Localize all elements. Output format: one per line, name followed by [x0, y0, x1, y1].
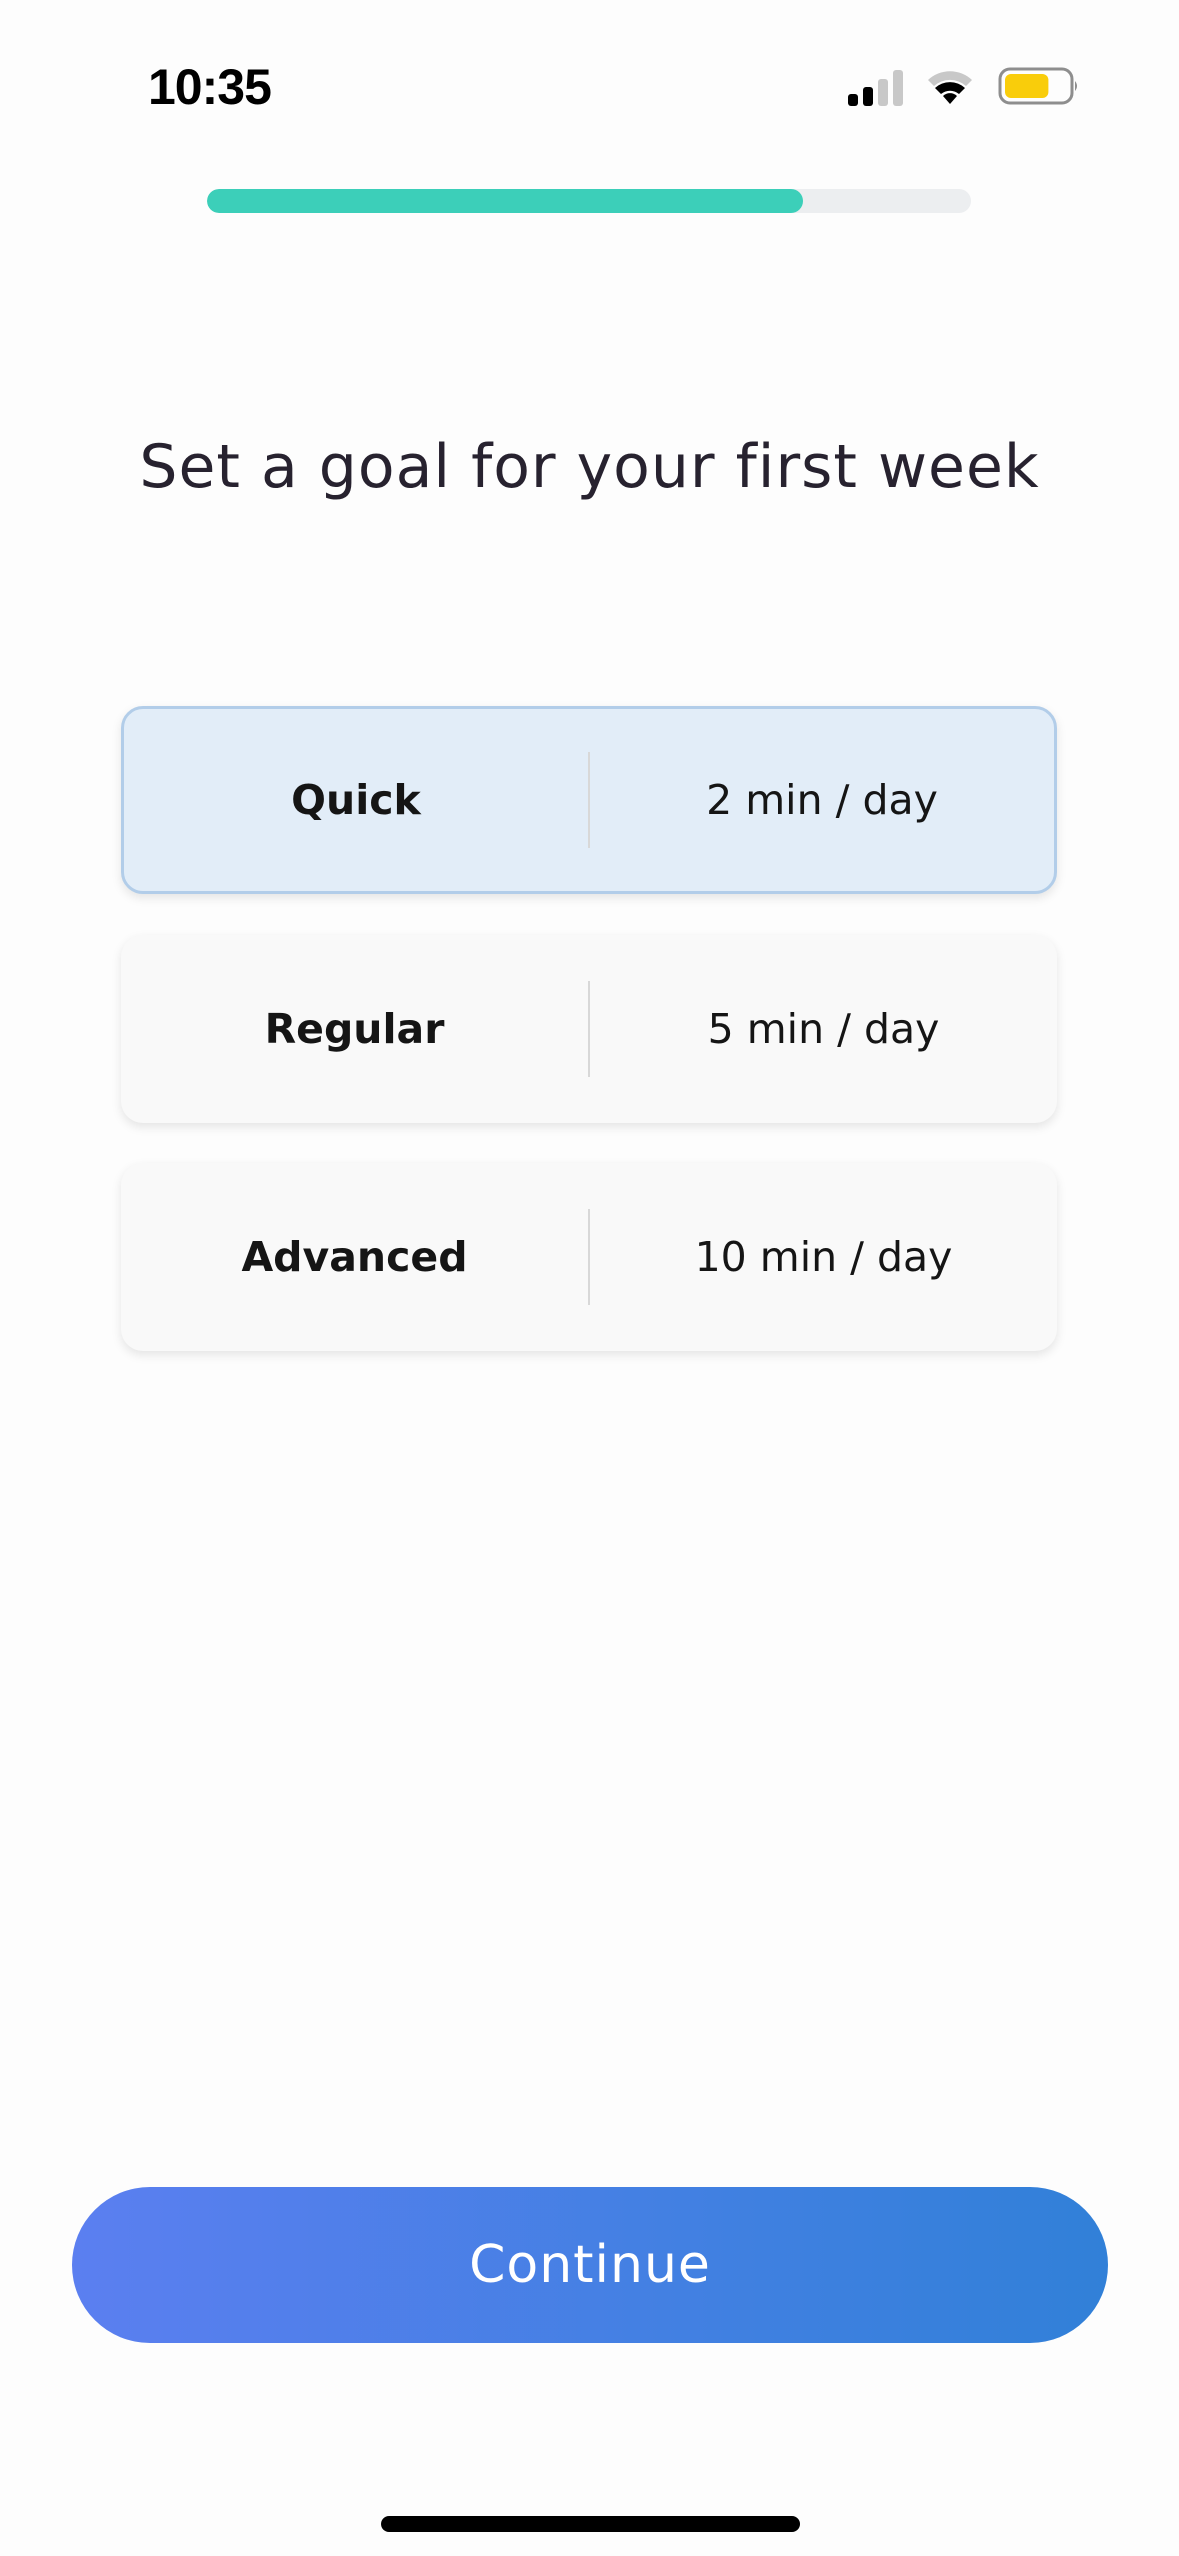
status-time: 10:35 [148, 59, 272, 115]
signal-bar [863, 87, 873, 106]
continue-button[interactable]: Continue [72, 2187, 1108, 2343]
goal-option-quick[interactable]: Quick 2 min / day [121, 706, 1057, 894]
goal-option-label: Advanced [241, 1233, 468, 1281]
goal-option-duration: 5 min / day [707, 1005, 940, 1053]
home-indicator[interactable] [381, 2516, 800, 2532]
goal-option-duration: 10 min / day [694, 1233, 953, 1281]
goal-option-advanced[interactable]: Advanced 10 min / day [121, 1163, 1057, 1351]
battery-icon [998, 67, 1077, 105]
goal-option-regular[interactable]: Regular 5 min / day [121, 935, 1057, 1123]
onboarding-progress-bar [207, 189, 971, 213]
goal-option-label: Quick [291, 776, 421, 824]
signal-bar [848, 94, 858, 106]
goal-option-label: Regular [264, 1005, 445, 1053]
goal-option-duration: 2 min / day [706, 776, 938, 824]
signal-bar [893, 70, 903, 106]
signal-bar [878, 79, 888, 106]
progress-fill [207, 189, 803, 213]
page-title: Set a goal for your first week [139, 432, 1040, 502]
cellular-signal-icon [848, 70, 903, 106]
wifi-icon [928, 71, 972, 104]
